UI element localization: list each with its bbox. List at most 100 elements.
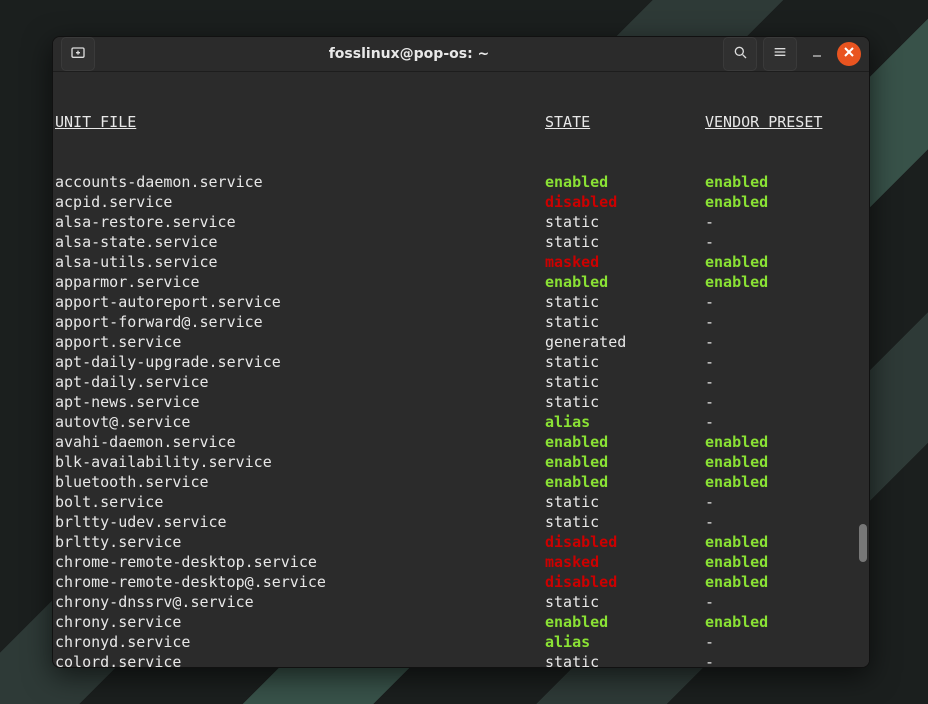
unit-preset: - <box>705 292 867 312</box>
service-row: brltty.servicedisabledenabled <box>55 532 867 552</box>
unit-state: masked <box>545 552 705 572</box>
unit-file: alsa-restore.service <box>55 212 545 232</box>
unit-preset: enabled <box>705 452 867 472</box>
unit-preset: - <box>705 232 867 252</box>
close-button[interactable] <box>837 42 861 66</box>
unit-file: alsa-utils.service <box>55 252 545 272</box>
menu-button[interactable] <box>763 37 797 71</box>
unit-file: chrome-remote-desktop@.service <box>55 572 545 592</box>
unit-state: alias <box>545 412 705 432</box>
unit-state: static <box>545 292 705 312</box>
terminal-window: fosslinux@pop-os: ~ <box>52 36 870 668</box>
service-row: apt-news.servicestatic- <box>55 392 867 412</box>
unit-file: chrony.service <box>55 612 545 632</box>
unit-state: static <box>545 232 705 252</box>
close-icon <box>841 44 857 64</box>
unit-file: apt-daily-upgrade.service <box>55 352 545 372</box>
column-headers: UNIT FILE STATE VENDOR PRESET <box>55 112 867 132</box>
service-row: chrome-remote-desktop@.servicedisableden… <box>55 572 867 592</box>
unit-preset: enabled <box>705 572 867 592</box>
service-row: apt-daily.servicestatic- <box>55 372 867 392</box>
unit-preset: - <box>705 312 867 332</box>
unit-file: bolt.service <box>55 492 545 512</box>
service-list: accounts-daemon.serviceenabledenabledacp… <box>55 172 867 668</box>
unit-preset: enabled <box>705 252 867 272</box>
service-row: bluetooth.serviceenabledenabled <box>55 472 867 492</box>
unit-state: static <box>545 372 705 392</box>
service-row: alsa-state.servicestatic- <box>55 232 867 252</box>
service-row: brltty-udev.servicestatic- <box>55 512 867 532</box>
unit-file: apparmor.service <box>55 272 545 292</box>
service-row: chrony.serviceenabledenabled <box>55 612 867 632</box>
service-row: alsa-restore.servicestatic- <box>55 212 867 232</box>
minimize-button[interactable] <box>803 40 831 68</box>
titlebar: fosslinux@pop-os: ~ <box>53 37 869 72</box>
unit-preset: - <box>705 592 867 612</box>
unit-file: apport-forward@.service <box>55 312 545 332</box>
new-tab-icon <box>70 44 86 64</box>
service-row: accounts-daemon.serviceenabledenabled <box>55 172 867 192</box>
minimize-icon <box>809 44 825 64</box>
scrollbar-thumb[interactable] <box>859 524 867 562</box>
window-title: fosslinux@pop-os: ~ <box>103 46 715 62</box>
unit-file: alsa-state.service <box>55 232 545 252</box>
service-row: apparmor.serviceenabledenabled <box>55 272 867 292</box>
unit-state: enabled <box>545 452 705 472</box>
unit-preset: - <box>705 492 867 512</box>
unit-state: static <box>545 512 705 532</box>
unit-preset: - <box>705 412 867 432</box>
service-row: bolt.servicestatic- <box>55 492 867 512</box>
service-row: alsa-utils.servicemaskedenabled <box>55 252 867 272</box>
unit-preset: enabled <box>705 612 867 632</box>
unit-file: autovt@.service <box>55 412 545 432</box>
unit-file: accounts-daemon.service <box>55 172 545 192</box>
unit-file: colord.service <box>55 652 545 668</box>
service-row: chrony-dnssrv@.servicestatic- <box>55 592 867 612</box>
unit-state: enabled <box>545 472 705 492</box>
unit-preset: enabled <box>705 532 867 552</box>
service-row: blk-availability.serviceenabledenabled <box>55 452 867 472</box>
unit-state: generated <box>545 332 705 352</box>
hamburger-icon <box>772 44 788 64</box>
unit-state: alias <box>545 632 705 652</box>
unit-state: enabled <box>545 272 705 292</box>
unit-state: static <box>545 392 705 412</box>
new-tab-button[interactable] <box>61 37 95 71</box>
unit-state: enabled <box>545 172 705 192</box>
header-preset: VENDOR PRESET <box>705 112 867 132</box>
header-unit: UNIT FILE <box>55 112 545 132</box>
unit-file: bluetooth.service <box>55 472 545 492</box>
unit-preset: - <box>705 372 867 392</box>
unit-file: blk-availability.service <box>55 452 545 472</box>
unit-preset: enabled <box>705 172 867 192</box>
unit-state: static <box>545 352 705 372</box>
service-row: apt-daily-upgrade.servicestatic- <box>55 352 867 372</box>
unit-file: chrony-dnssrv@.service <box>55 592 545 612</box>
unit-file: avahi-daemon.service <box>55 432 545 452</box>
unit-file: chrome-remote-desktop.service <box>55 552 545 572</box>
unit-preset: enabled <box>705 552 867 572</box>
service-row: chrome-remote-desktop.servicemaskedenabl… <box>55 552 867 572</box>
unit-preset: - <box>705 332 867 352</box>
terminal-output[interactable]: UNIT FILE STATE VENDOR PRESET accounts-d… <box>53 72 869 668</box>
unit-state: static <box>545 592 705 612</box>
unit-state: disabled <box>545 192 705 212</box>
unit-preset: - <box>705 352 867 372</box>
service-row: apport.servicegenerated- <box>55 332 867 352</box>
service-row: apport-forward@.servicestatic- <box>55 312 867 332</box>
search-icon <box>732 44 748 64</box>
unit-state: disabled <box>545 572 705 592</box>
service-row: apport-autoreport.servicestatic- <box>55 292 867 312</box>
service-row: chronyd.servicealias- <box>55 632 867 652</box>
service-row: autovt@.servicealias- <box>55 412 867 432</box>
unit-preset: - <box>705 392 867 412</box>
unit-file: brltty.service <box>55 532 545 552</box>
unit-state: disabled <box>545 532 705 552</box>
unit-file: chronyd.service <box>55 632 545 652</box>
search-button[interactable] <box>723 37 757 71</box>
unit-preset: - <box>705 212 867 232</box>
service-row: acpid.servicedisabledenabled <box>55 192 867 212</box>
header-state: STATE <box>545 112 705 132</box>
unit-state: static <box>545 652 705 668</box>
unit-state: enabled <box>545 612 705 632</box>
